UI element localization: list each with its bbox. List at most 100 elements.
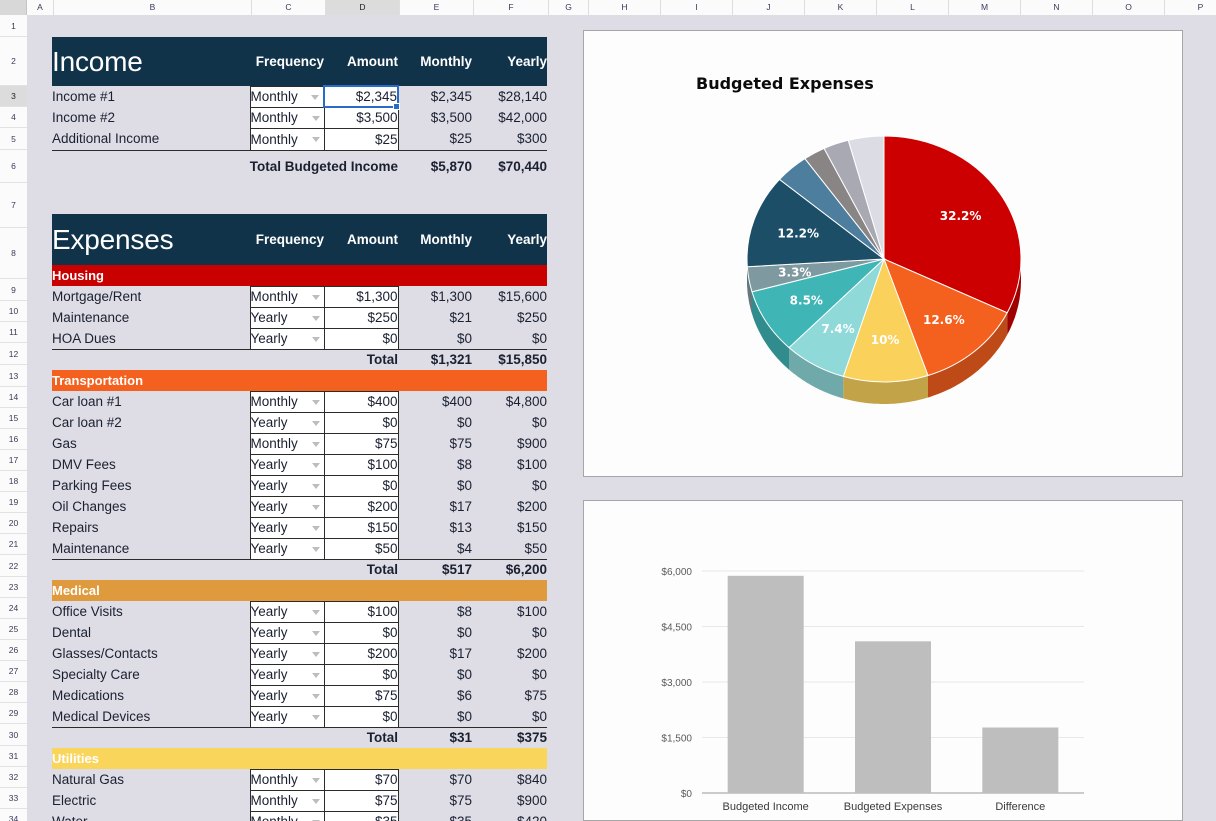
chevron-down-icon[interactable] bbox=[312, 673, 320, 678]
chevron-down-icon[interactable] bbox=[312, 484, 320, 489]
amount-input[interactable]: $75 bbox=[324, 790, 398, 811]
chevron-down-icon[interactable] bbox=[312, 295, 320, 300]
chevron-down-icon[interactable] bbox=[312, 631, 320, 636]
amount-input[interactable]: $3,500 bbox=[324, 107, 398, 128]
row-header-14[interactable]: 14 bbox=[0, 387, 27, 408]
row-header-23[interactable]: 23 bbox=[0, 577, 27, 598]
frequency-dropdown[interactable]: Yearly bbox=[250, 685, 324, 706]
amount-input[interactable]: $150 bbox=[324, 517, 398, 538]
amount-input[interactable]: $75 bbox=[324, 685, 398, 706]
amount-input[interactable]: $0 bbox=[324, 664, 398, 685]
column-header-m[interactable]: M bbox=[949, 0, 1021, 15]
frequency-dropdown[interactable]: Yearly bbox=[250, 706, 324, 727]
chevron-down-icon[interactable] bbox=[312, 137, 320, 142]
column-header-a[interactable]: A bbox=[27, 0, 54, 15]
amount-input[interactable]: $1,300 bbox=[324, 286, 398, 307]
amount-input[interactable]: $25 bbox=[324, 128, 398, 150]
frequency-dropdown[interactable]: Yearly bbox=[250, 601, 324, 622]
frequency-dropdown[interactable]: Yearly bbox=[250, 664, 324, 685]
bar-chart-panel[interactable]: $0$1,500$3,000$4,500$6,000Budgeted Incom… bbox=[583, 500, 1183, 821]
row-header-33[interactable]: 33 bbox=[0, 788, 27, 809]
amount-input[interactable]: $0 bbox=[324, 475, 398, 496]
chevron-down-icon[interactable] bbox=[312, 116, 320, 121]
amount-input[interactable]: $75 bbox=[324, 433, 398, 454]
chevron-down-icon[interactable] bbox=[312, 610, 320, 615]
row-header-4[interactable]: 4 bbox=[0, 107, 27, 128]
frequency-dropdown[interactable]: Yearly bbox=[250, 475, 324, 496]
amount-input[interactable]: $100 bbox=[324, 601, 398, 622]
chevron-down-icon[interactable] bbox=[312, 694, 320, 699]
row-header-34[interactable]: 34 bbox=[0, 809, 27, 821]
column-header-p[interactable]: P bbox=[1165, 0, 1216, 15]
row-header-3[interactable]: 3 bbox=[0, 86, 27, 107]
amount-input[interactable]: $2,345 bbox=[324, 86, 398, 107]
bar[interactable] bbox=[982, 728, 1058, 793]
amount-input[interactable]: $0 bbox=[324, 328, 398, 349]
amount-input[interactable]: $200 bbox=[324, 496, 398, 517]
chevron-down-icon[interactable] bbox=[312, 778, 320, 783]
frequency-dropdown[interactable]: Monthly bbox=[250, 790, 324, 811]
row-header-24[interactable]: 24 bbox=[0, 598, 27, 619]
column-header-o[interactable]: O bbox=[1093, 0, 1165, 15]
column-header-l[interactable]: L bbox=[877, 0, 949, 15]
row-header-16[interactable]: 16 bbox=[0, 429, 27, 450]
amount-input[interactable]: $400 bbox=[324, 391, 398, 412]
row-header-9[interactable]: 9 bbox=[0, 279, 27, 301]
frequency-dropdown[interactable]: Yearly bbox=[250, 412, 324, 433]
pie-chart-panel[interactable]: Budgeted Expenses 32.2%12.6%10%7.4%8.5%3… bbox=[583, 30, 1183, 477]
row-header-26[interactable]: 26 bbox=[0, 640, 27, 661]
row-header-30[interactable]: 30 bbox=[0, 724, 27, 746]
frequency-dropdown[interactable]: Monthly bbox=[250, 107, 324, 128]
frequency-dropdown[interactable]: Yearly bbox=[250, 496, 324, 517]
column-header-c[interactable]: C bbox=[252, 0, 326, 15]
row-header-32[interactable]: 32 bbox=[0, 767, 27, 788]
row-header-20[interactable]: 20 bbox=[0, 513, 27, 534]
column-header-f[interactable]: F bbox=[474, 0, 549, 15]
row-header-2[interactable]: 2 bbox=[0, 37, 27, 86]
column-header-n[interactable]: N bbox=[1021, 0, 1093, 15]
frequency-dropdown[interactable]: Yearly bbox=[250, 538, 324, 559]
chevron-down-icon[interactable] bbox=[312, 715, 320, 720]
row-header-31[interactable]: 31 bbox=[0, 746, 27, 767]
row-header-6[interactable]: 6 bbox=[0, 150, 27, 183]
row-header-13[interactable]: 13 bbox=[0, 365, 27, 387]
frequency-dropdown[interactable]: Yearly bbox=[250, 643, 324, 664]
frequency-dropdown[interactable]: Monthly bbox=[250, 433, 324, 454]
frequency-dropdown[interactable]: Monthly bbox=[250, 128, 324, 150]
row-header-12[interactable]: 12 bbox=[0, 343, 27, 365]
amount-input[interactable]: $250 bbox=[324, 307, 398, 328]
column-header-i[interactable]: I bbox=[661, 0, 733, 15]
chevron-down-icon[interactable] bbox=[312, 526, 320, 531]
bar[interactable] bbox=[728, 576, 804, 793]
frequency-dropdown[interactable]: Yearly bbox=[250, 328, 324, 349]
column-header-h[interactable]: H bbox=[589, 0, 661, 15]
column-header-b[interactable]: B bbox=[54, 0, 252, 15]
amount-input[interactable]: $50 bbox=[324, 538, 398, 559]
chevron-down-icon[interactable] bbox=[312, 505, 320, 510]
column-header-g[interactable]: G bbox=[549, 0, 589, 15]
row-header-1[interactable]: 1 bbox=[0, 15, 27, 37]
row-header-5[interactable]: 5 bbox=[0, 128, 27, 150]
column-header-d[interactable]: D bbox=[326, 0, 400, 15]
row-header-10[interactable]: 10 bbox=[0, 301, 27, 322]
frequency-dropdown[interactable]: Monthly bbox=[250, 86, 324, 107]
amount-input[interactable]: $70 bbox=[324, 769, 398, 790]
amount-input[interactable]: $100 bbox=[324, 454, 398, 475]
amount-input[interactable]: $200 bbox=[324, 643, 398, 664]
frequency-dropdown[interactable]: Monthly bbox=[250, 286, 324, 307]
chevron-down-icon[interactable] bbox=[312, 799, 320, 804]
row-header-8[interactable]: 8 bbox=[0, 228, 27, 279]
row-header-29[interactable]: 29 bbox=[0, 703, 27, 724]
chevron-down-icon[interactable] bbox=[312, 442, 320, 447]
column-header-e[interactable]: E bbox=[400, 0, 474, 15]
row-header-7[interactable]: 7 bbox=[0, 183, 27, 228]
row-header-28[interactable]: 28 bbox=[0, 682, 27, 703]
amount-input[interactable]: $0 bbox=[324, 412, 398, 433]
frequency-dropdown[interactable]: Yearly bbox=[250, 454, 324, 475]
chevron-down-icon[interactable] bbox=[312, 463, 320, 468]
select-all-corner[interactable] bbox=[0, 0, 27, 15]
row-header-11[interactable]: 11 bbox=[0, 322, 27, 343]
chevron-down-icon[interactable] bbox=[312, 547, 320, 552]
frequency-dropdown[interactable]: Monthly bbox=[250, 391, 324, 412]
amount-input[interactable]: $0 bbox=[324, 622, 398, 643]
